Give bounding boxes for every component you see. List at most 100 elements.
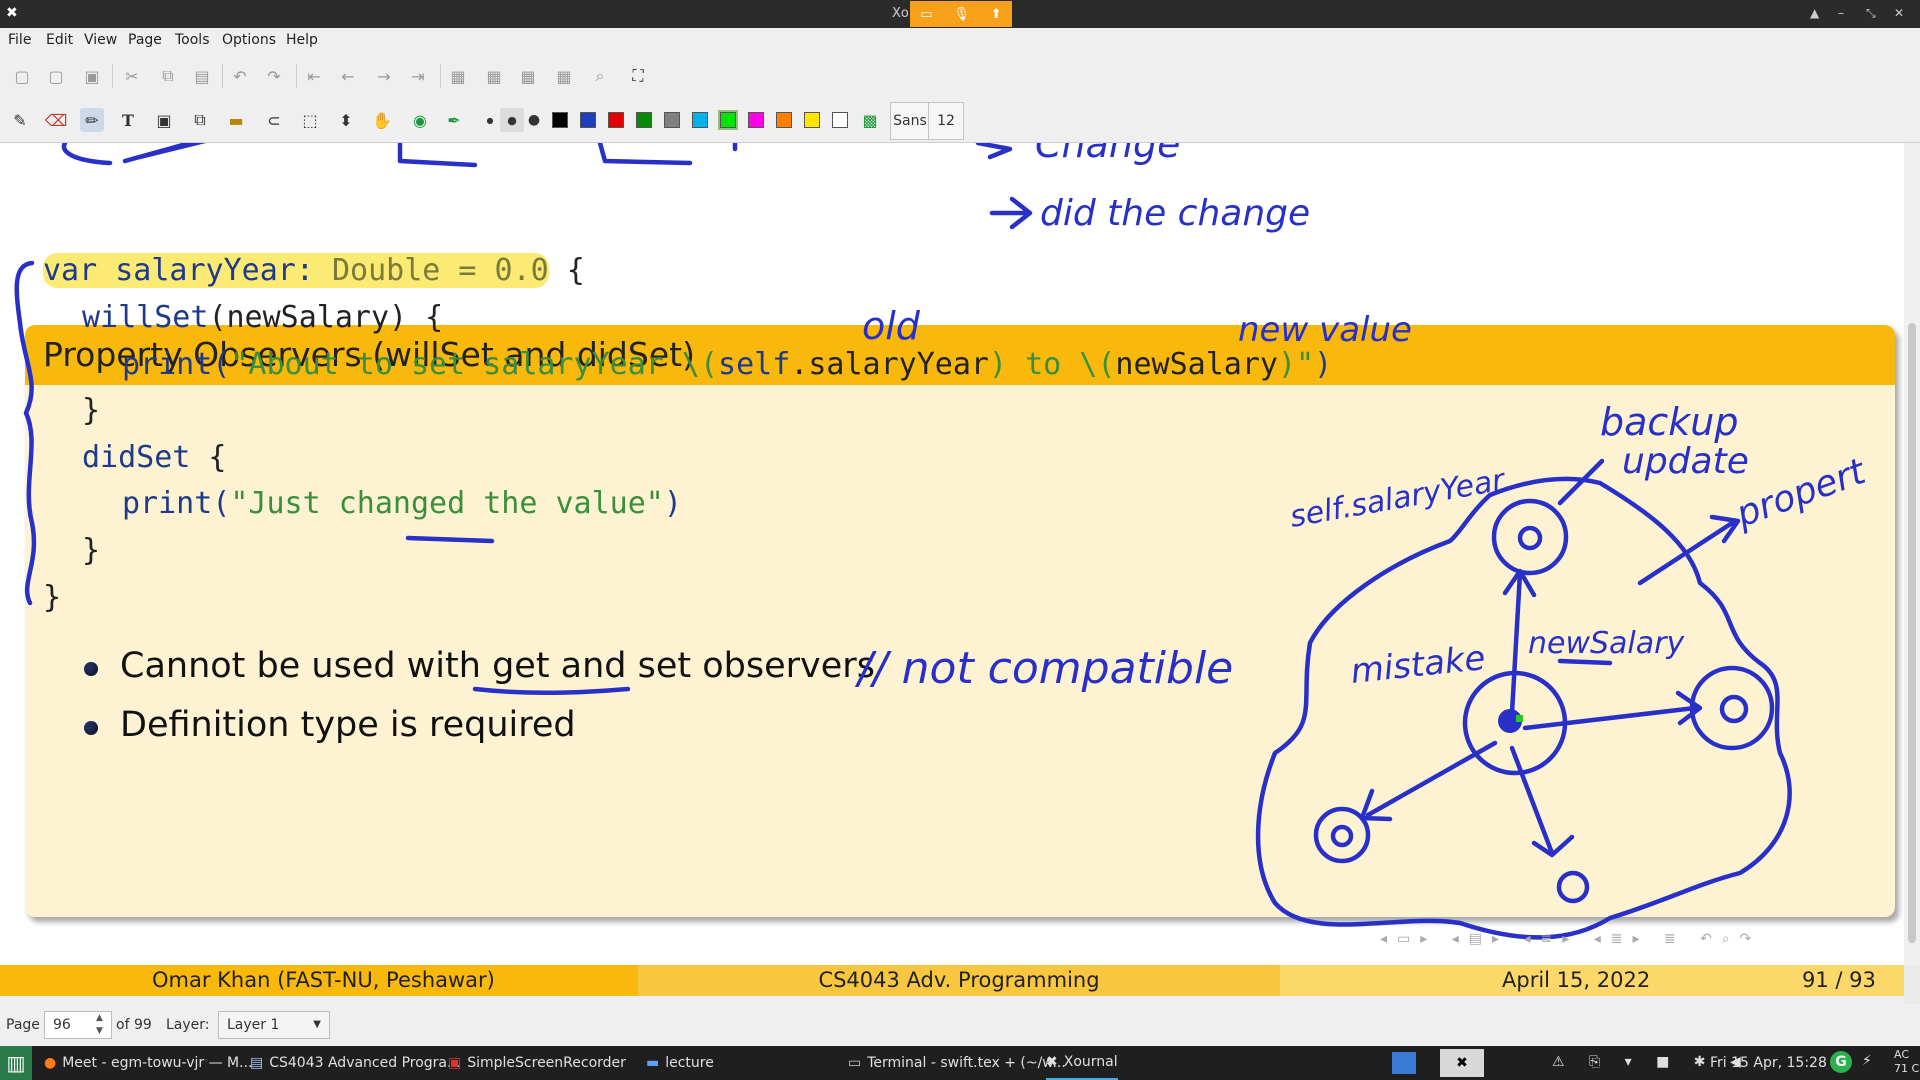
- menu-edit[interactable]: Edit: [46, 32, 73, 48]
- menu-help[interactable]: Help: [286, 32, 318, 48]
- ink-property: propert: [1730, 451, 1872, 536]
- zoom-out-icon[interactable]: ▦: [446, 64, 470, 88]
- taskbar: ▥ ● Meet - egm-towu-vjr — M... ▤ CS4043 Ad…: [0, 1046, 1920, 1080]
- vertical-scrollbar[interactable]: [1904, 143, 1920, 965]
- scroll-thumb[interactable]: [1908, 323, 1916, 943]
- color-magenta[interactable]: [748, 112, 764, 128]
- highlighter-icon[interactable]: ✏: [80, 108, 104, 132]
- spin-down-icon[interactable]: ▼: [96, 1026, 103, 1036]
- ruler-icon[interactable]: ▬: [224, 108, 248, 132]
- color-orange[interactable]: [776, 112, 792, 128]
- battery-icon[interactable]: ⚡: [1862, 1053, 1872, 1069]
- ink-underline: [472, 686, 631, 696]
- select-rectangle-icon[interactable]: ⬚: [298, 108, 322, 132]
- eraser-icon[interactable]: ⌫: [44, 108, 68, 132]
- camera-icon[interactable]: ▭: [920, 7, 932, 22]
- redo-icon[interactable]: ↷: [262, 64, 286, 88]
- zoom-in-icon[interactable]: ▦: [552, 64, 576, 88]
- page-bar: Page 96 ▲ ▼ of 99 Layer: Layer 1 ▼: [0, 1004, 1920, 1046]
- zoom-normal-icon[interactable]: ▦: [482, 64, 506, 88]
- recording-indicator[interactable]: ▭ 🎙 ⬆: [910, 1, 1012, 27]
- menu-tools[interactable]: Tools: [175, 32, 210, 48]
- zoom-page-width-icon[interactable]: ▦: [516, 64, 540, 88]
- close-icon[interactable]: ✕: [1894, 6, 1904, 20]
- app-icon: ✖: [6, 5, 18, 21]
- fullscreen-icon[interactable]: ⛶: [626, 64, 650, 88]
- ink-layer: Change did the change old new value // n…: [14, 143, 1872, 940]
- task-label: Xournal: [1063, 1054, 1118, 1070]
- task-item[interactable]: ▭ Terminal - swift.tex + (~/w...: [848, 1046, 1066, 1080]
- ink-node-top-core: [1517, 525, 1543, 551]
- undo-icon[interactable]: ↶: [228, 64, 252, 88]
- font-name-button[interactable]: Sans: [890, 102, 930, 140]
- font-size-button[interactable]: 12: [928, 102, 964, 140]
- start-menu-icon[interactable]: ▥: [0, 1046, 32, 1080]
- paste-icon[interactable]: ▤: [190, 64, 214, 88]
- ink-stroke: [61, 143, 207, 166]
- text-icon[interactable]: T: [116, 108, 140, 132]
- color-white[interactable]: [832, 112, 848, 128]
- color-picker-icon[interactable]: ▩: [858, 108, 882, 132]
- color-green[interactable]: [636, 112, 652, 128]
- task-item[interactable]: ▤ CS4043 Advanced Progra...: [250, 1046, 460, 1080]
- maximize-icon[interactable]: ⤡: [1866, 6, 1876, 21]
- last-page-icon[interactable]: ⇥: [406, 64, 430, 88]
- spin-up-icon[interactable]: ▲: [96, 1013, 103, 1023]
- vertical-space-icon[interactable]: ⬍: [334, 108, 358, 132]
- clock[interactable]: Fri 15 Apr, 15:28: [1710, 1055, 1827, 1071]
- microphone-icon[interactable]: 🎙: [953, 7, 970, 22]
- medium-stroke-icon[interactable]: ●: [500, 108, 524, 132]
- shape-recognizer-icon[interactable]: ⧉: [188, 108, 212, 132]
- color-light-blue[interactable]: [692, 112, 708, 128]
- search-icon[interactable]: ⌕: [588, 64, 612, 88]
- task-label: lecture: [665, 1055, 714, 1071]
- desktop-icon[interactable]: [1392, 1052, 1416, 1074]
- thin-stroke-icon[interactable]: ●: [478, 108, 502, 132]
- task-item[interactable]: ▬ lecture: [646, 1046, 714, 1080]
- layer-select[interactable]: Layer 1 ▼: [218, 1011, 330, 1039]
- document-canvas[interactable]: Property Observers (willSet and didSet) …: [0, 143, 1904, 965]
- minimize-icon[interactable]: –: [1838, 6, 1844, 20]
- color-black[interactable]: [552, 112, 568, 128]
- open-icon[interactable]: ▢: [44, 64, 68, 88]
- menu-bar: File Edit View Page Tools Options Help: [0, 28, 1920, 54]
- first-page-icon[interactable]: ⇤: [302, 64, 326, 88]
- color-red[interactable]: [608, 112, 624, 128]
- ink-node-left-core: [1330, 824, 1354, 848]
- lasso-icon[interactable]: ⊂: [262, 108, 286, 132]
- xournal-tray-icon[interactable]: ✖: [1440, 1049, 1484, 1077]
- default-tool-icon[interactable]: ◉: [408, 108, 432, 132]
- keep-above-icon[interactable]: ▲: [1810, 6, 1819, 20]
- cut-icon[interactable]: ✂: [120, 64, 144, 88]
- thick-stroke-icon[interactable]: ●: [522, 108, 546, 132]
- task-item-active[interactable]: ✖ Xournal: [1046, 1046, 1118, 1080]
- save-icon[interactable]: ▣: [80, 64, 104, 88]
- menu-file[interactable]: File: [8, 32, 31, 48]
- menu-page[interactable]: Page: [128, 32, 162, 48]
- footer-author: Omar Khan (FAST-NU, Peshawar): [152, 968, 495, 992]
- color-blue[interactable]: [580, 112, 596, 128]
- beamer-navigation[interactable]: ◂▭▸ ◂▤▸ ◂≡▸ ◂≣▸ ≣ ↶⌕↷: [1380, 931, 1761, 947]
- footer-right: April 15, 2022 91 / 93: [1280, 965, 1904, 996]
- update-icon[interactable]: G: [1830, 1051, 1852, 1073]
- hand-icon[interactable]: ✋: [370, 108, 394, 132]
- menu-view[interactable]: View: [84, 32, 117, 48]
- upload-icon[interactable]: ⬆: [991, 7, 1002, 22]
- new-icon[interactable]: ▢: [10, 64, 34, 88]
- task-item[interactable]: ● Meet - egm-towu-vjr — M...: [44, 1046, 252, 1080]
- ink-self-salary: self.salaryYear: [1287, 462, 1508, 534]
- horizontal-scrollbar[interactable]: [0, 996, 1904, 1004]
- image-icon[interactable]: ▣: [152, 108, 176, 132]
- color-gray[interactable]: [664, 112, 680, 128]
- next-page-icon[interactable]: →: [372, 64, 396, 88]
- ink-brace: [14, 260, 37, 606]
- default-pen-icon[interactable]: ✒: [442, 108, 466, 132]
- color-yellow[interactable]: [804, 112, 820, 128]
- menu-options[interactable]: Options: [222, 32, 276, 48]
- task-item[interactable]: ▣ SimpleScreenRecorder: [448, 1046, 626, 1080]
- copy-icon[interactable]: ⧉: [156, 64, 180, 88]
- color-light-green[interactable]: [718, 110, 738, 130]
- previous-page-icon[interactable]: ←: [336, 64, 360, 88]
- ac-temp: 71 C: [1894, 1062, 1920, 1075]
- pen-icon[interactable]: ✎: [8, 108, 32, 132]
